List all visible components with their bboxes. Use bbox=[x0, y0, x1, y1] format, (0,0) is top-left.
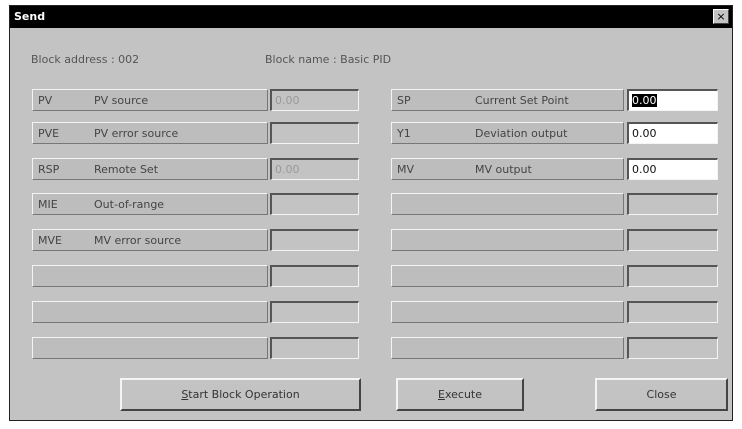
value-field[interactable]: 0.00 bbox=[627, 122, 718, 144]
block-name-label: Block name : Basic PID bbox=[265, 53, 392, 66]
row-code: MV bbox=[397, 163, 415, 176]
mnemonic: E bbox=[438, 388, 445, 401]
value-field[interactable] bbox=[627, 301, 718, 323]
value-field[interactable] bbox=[270, 229, 359, 251]
block-address-label: Block address : 002 bbox=[31, 53, 140, 66]
row-description: Current Set Point bbox=[475, 94, 569, 107]
row-code: RSP bbox=[38, 163, 60, 176]
value-field[interactable] bbox=[270, 301, 359, 323]
row-description: Out-of-range bbox=[94, 198, 165, 211]
value-field[interactable]: 0.00 bbox=[627, 158, 718, 180]
row-code: MIE bbox=[38, 198, 58, 211]
value-field[interactable]: 0.00 bbox=[627, 89, 718, 111]
title-bar[interactable]: Send × bbox=[10, 6, 732, 28]
value-field[interactable]: 0.00 bbox=[270, 158, 359, 180]
value-field[interactable] bbox=[270, 337, 359, 359]
row-code: PV bbox=[38, 94, 53, 107]
row-code: PVE bbox=[38, 127, 60, 140]
send-dialog: Send × Block address : 002 Block name : … bbox=[9, 5, 733, 421]
value-field[interactable] bbox=[270, 193, 359, 215]
close-button[interactable]: Close bbox=[595, 378, 728, 411]
value-field[interactable] bbox=[627, 265, 718, 287]
row-description: Remote Set bbox=[94, 163, 159, 176]
window-title: Send bbox=[14, 10, 46, 23]
row-code: MVE bbox=[38, 234, 62, 247]
row-description: PV error source bbox=[94, 127, 179, 140]
button-label: xecute bbox=[444, 388, 482, 401]
row-description: MV error source bbox=[94, 234, 182, 247]
start-block-operation-button[interactable]: Start Block Operation bbox=[120, 378, 361, 411]
row-description: PV source bbox=[94, 94, 149, 107]
row-description: MV output bbox=[475, 163, 532, 176]
row-code: SP bbox=[397, 94, 411, 107]
close-icon[interactable]: × bbox=[713, 9, 729, 24]
value-field[interactable] bbox=[270, 265, 359, 287]
value-field[interactable] bbox=[627, 337, 718, 359]
execute-button[interactable]: Execute bbox=[396, 378, 524, 411]
row-description: Deviation output bbox=[475, 127, 568, 140]
value-field[interactable] bbox=[270, 122, 359, 144]
row-code: Y1 bbox=[397, 127, 411, 140]
button-label: tart Block Operation bbox=[188, 388, 300, 401]
selected-value: 0.00 bbox=[632, 94, 657, 107]
value-field[interactable] bbox=[627, 193, 718, 215]
value-field[interactable] bbox=[627, 229, 718, 251]
value-field[interactable]: 0.00 bbox=[270, 89, 359, 111]
